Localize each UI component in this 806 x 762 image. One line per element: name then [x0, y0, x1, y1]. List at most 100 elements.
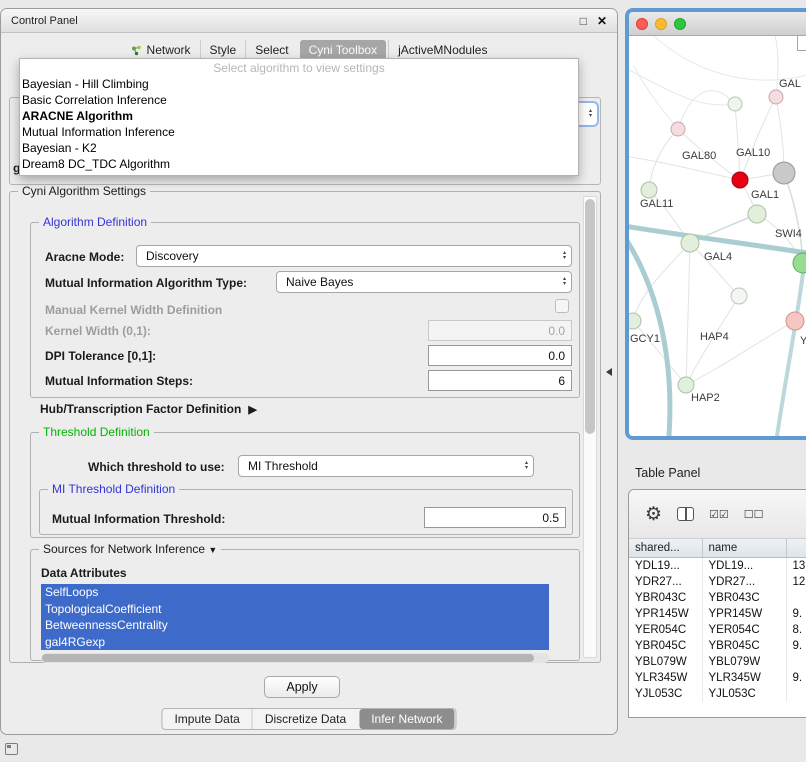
bottom-tab-impute-data[interactable]: Impute Data: [162, 709, 251, 729]
network-edge[interactable]: [649, 129, 678, 190]
table-row[interactable]: YLR345WYLR345W9.: [629, 670, 806, 686]
gear-icon[interactable]: ⚙: [645, 505, 662, 524]
network-canvas[interactable]: GALGAL80GAL10GAL11GAL1SWI4GAL4GCY1HAP4YH…: [629, 36, 806, 440]
collapsed-arrow-icon: ▶: [248, 404, 256, 416]
network-edge[interactable]: [649, 36, 806, 80]
table-row[interactable]: YPR145WYPR145W9.: [629, 606, 806, 622]
network-node[interactable]: [732, 172, 748, 188]
which-threshold-label: Which threshold to use:: [88, 460, 225, 474]
select-all-icon[interactable]: ☑☑: [709, 508, 729, 521]
algorithm-option[interactable]: Basic Correlation Inference: [20, 92, 578, 108]
tab-jactivemnodules[interactable]: jActiveMNodules: [388, 40, 496, 60]
network-edge[interactable]: [774, 36, 778, 97]
network-node[interactable]: [731, 288, 747, 304]
algorithm-option[interactable]: Dream8 DC_TDC Algorithm: [20, 156, 578, 172]
scrollbar-thumb[interactable]: [42, 654, 534, 662]
network-edge[interactable]: [633, 321, 686, 385]
apply-button[interactable]: Apply: [264, 676, 340, 698]
network-node[interactable]: [748, 205, 766, 223]
table-cell: 9.: [786, 670, 806, 686]
data-attribute-item[interactable]: SelfLoops: [41, 584, 549, 601]
float-window-icon[interactable]: □: [580, 14, 587, 28]
table-row[interactable]: YDR27...YDR27...12: [629, 574, 806, 590]
network-node[interactable]: [629, 313, 641, 329]
minimize-traffic-light-icon[interactable]: [655, 18, 667, 30]
table-cell: YBR045C: [629, 638, 702, 654]
hub-definition-toggle[interactable]: Hub/Transcription Factor Definition▶: [40, 402, 257, 416]
panel-splitter-handle[interactable]: [606, 368, 612, 376]
network-edge[interactable]: [777, 273, 803, 436]
network-edge[interactable]: [735, 104, 740, 180]
mi-threshold-field[interactable]: 0.5: [424, 507, 566, 528]
table-cell: [786, 590, 806, 606]
tab-cyni-toolbox[interactable]: Cyni Toolbox: [300, 40, 386, 60]
network-window-titlebar[interactable]: [629, 12, 806, 36]
table-row[interactable]: YJL053CYJL053C: [629, 686, 806, 702]
data-attribute-item[interactable]: gal4RGexp: [41, 634, 549, 651]
sources-title[interactable]: Sources for Network Inference ▼: [39, 542, 221, 558]
bottom-tab-infer-network[interactable]: Infer Network: [359, 709, 454, 729]
network-edge[interactable]: [740, 97, 776, 180]
table-cell: YDL19...: [629, 558, 702, 575]
mi-type-select[interactable]: Naive Bayes ▴ ▾: [276, 271, 572, 293]
attributes-horizontal-scrollbar[interactable]: [41, 653, 549, 663]
table-row[interactable]: YER054CYER054C8.: [629, 622, 806, 638]
network-node[interactable]: [786, 312, 804, 330]
panel-dock-icon[interactable]: [5, 743, 18, 755]
table-cell: 12: [786, 574, 806, 590]
tab-select[interactable]: Select: [245, 40, 297, 60]
network-node[interactable]: [728, 97, 742, 111]
mi-steps-field[interactable]: 6: [428, 370, 572, 391]
algorithm-option[interactable]: Mutual Information Inference: [20, 124, 578, 140]
network-graph[interactable]: GALGAL80GAL10GAL11GAL1SWI4GAL4GCY1HAP4YH…: [629, 36, 806, 436]
node-table: shared...name YDL19...YDL19...13YDR27...…: [629, 539, 806, 702]
network-edge[interactable]: [686, 243, 690, 385]
window-buttons: □ ✕: [580, 14, 607, 28]
table-row[interactable]: YBR045CYBR045C9.: [629, 638, 806, 654]
manual-kernel-label: Manual Kernel Width Definition: [45, 303, 222, 317]
tab-label: Cyni Toolbox: [309, 43, 377, 57]
control-panel-titlebar[interactable]: Control Panel □ ✕: [1, 9, 617, 33]
network-node[interactable]: [793, 253, 806, 273]
tab-style[interactable]: Style: [200, 40, 246, 60]
manual-kernel-checkbox[interactable]: [555, 299, 569, 313]
tab-network[interactable]: Network: [122, 40, 200, 60]
bottom-tab-discretize-data[interactable]: Discretize Data: [252, 709, 358, 729]
network-node[interactable]: [769, 90, 783, 104]
which-threshold-select[interactable]: MI Threshold ▴ ▾: [238, 455, 534, 477]
network-icon: [131, 45, 142, 56]
columns-icon[interactable]: [677, 507, 694, 521]
network-node[interactable]: [773, 162, 795, 184]
deselect-all-icon[interactable]: ☐☐: [744, 508, 764, 521]
kernel-width-field: 0.0: [428, 320, 572, 341]
data-attribute-item[interactable]: BetweennessCentrality: [41, 617, 549, 634]
close-traffic-light-icon[interactable]: [636, 18, 648, 30]
algorithm-option[interactable]: Bayesian - K2: [20, 140, 578, 156]
aracne-mode-select[interactable]: Discovery ▴ ▾: [136, 245, 572, 267]
network-edge[interactable]: [629, 70, 735, 105]
network-node[interactable]: [681, 234, 699, 252]
data-attribute-item[interactable]: TopologicalCoefficient: [41, 601, 549, 618]
network-node[interactable]: [678, 377, 694, 393]
network-node[interactable]: [671, 122, 685, 136]
scrollbar-thumb[interactable]: [585, 199, 595, 434]
algorithm-option[interactable]: ARACNE Algorithm: [20, 108, 578, 124]
column-header[interactable]: name: [702, 539, 786, 558]
dpi-tolerance-field[interactable]: 0.0: [428, 345, 572, 366]
network-node[interactable]: [641, 182, 657, 198]
settings-vertical-scrollbar[interactable]: [583, 196, 597, 658]
table-row[interactable]: YBL079WYBL079W: [629, 654, 806, 670]
threshold-definition-title: Threshold Definition: [39, 425, 154, 440]
algorithm-option[interactable]: Bayesian - Hill Climbing: [20, 76, 578, 92]
column-header[interactable]: shared...: [629, 539, 702, 558]
algorithm-dropdown-popup: Select algorithm to view settings Bayesi…: [19, 58, 579, 176]
column-header[interactable]: [786, 539, 806, 558]
network-edge[interactable]: [678, 91, 735, 129]
table-row[interactable]: YBR043CYBR043C: [629, 590, 806, 606]
network-edge[interactable]: [633, 243, 690, 321]
node-label: GCY1: [630, 333, 660, 345]
zoom-traffic-light-icon[interactable]: [674, 18, 686, 30]
table-row[interactable]: YDL19...YDL19...13: [629, 558, 806, 575]
close-window-icon[interactable]: ✕: [597, 14, 607, 28]
tab-label: Network: [147, 43, 191, 57]
